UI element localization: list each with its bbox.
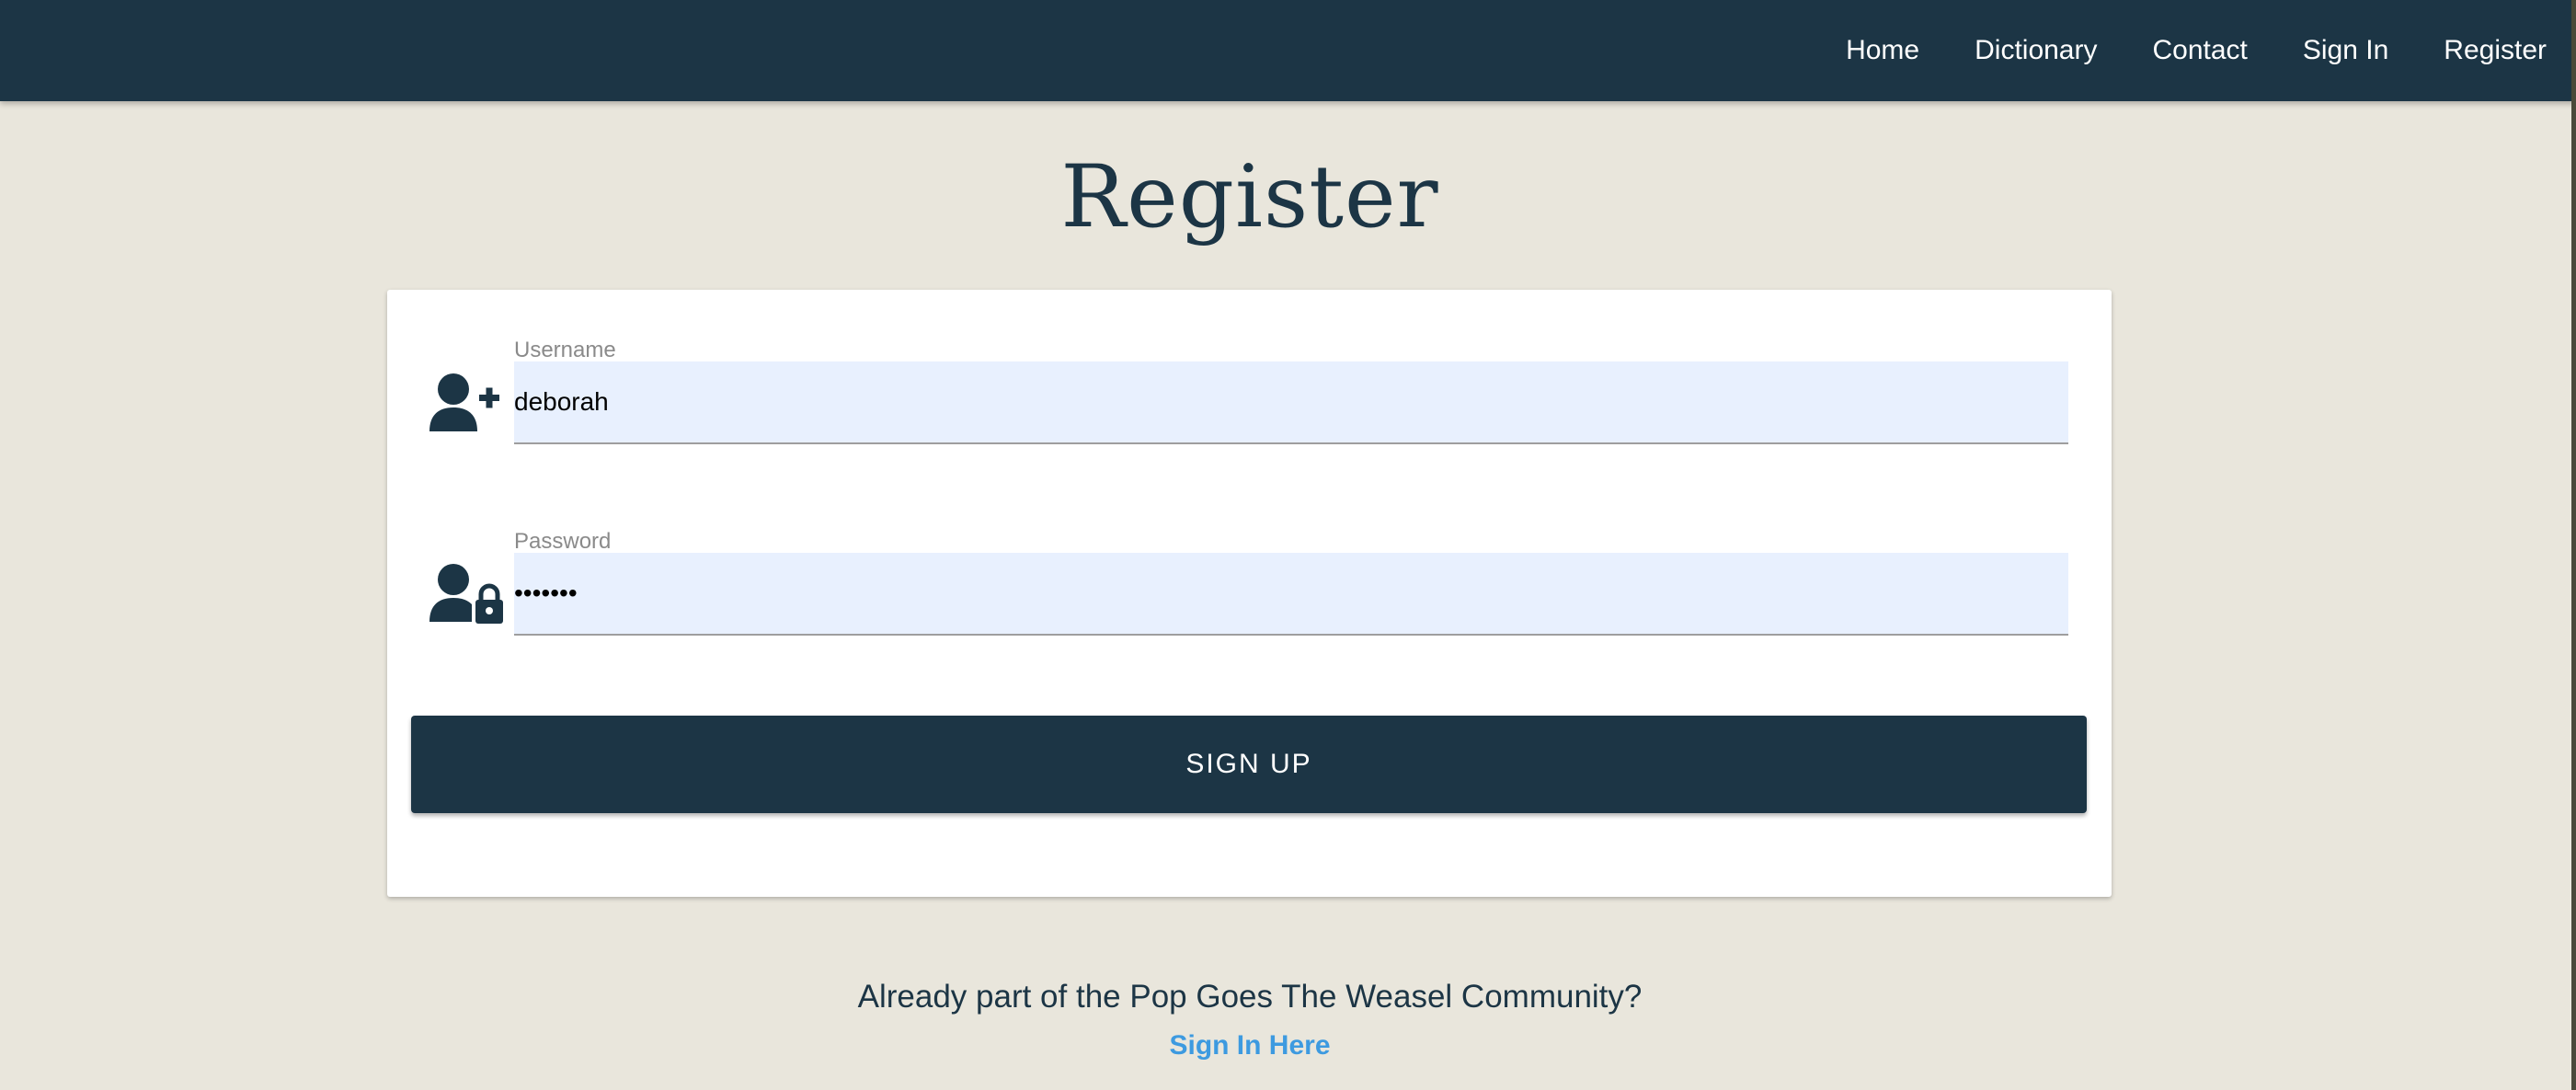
user-lock-icon [429,561,503,625]
window-edge [2571,0,2576,1090]
sign-up-button[interactable]: SIGN UP [411,716,2087,813]
nav-home-link[interactable]: Home [1846,35,1919,66]
nav-register-link[interactable]: Register [2444,35,2547,66]
sign-in-here-link[interactable]: Sign In Here [0,1030,2500,1061]
nav-sign-in-link[interactable]: Sign In [2303,35,2388,66]
already-member-text: Already part of the Pop Goes The Weasel … [857,979,1643,1015]
password-input[interactable] [514,553,2068,636]
password-label: Password [514,529,612,554]
user-plus-icon [429,371,503,435]
nav-links: Home Dictionary Contact Sign In Register [1846,0,2547,101]
register-form-card: Username Password SIGN UP [387,290,2112,897]
top-navbar: Home Dictionary Contact Sign In Register [0,0,2576,101]
page-title: Register [1060,147,1439,247]
username-label: Username [514,338,616,362]
nav-contact-link[interactable]: Contact [2152,35,2247,66]
nav-dictionary-link[interactable]: Dictionary [1975,35,2097,66]
username-input[interactable] [514,361,2068,444]
